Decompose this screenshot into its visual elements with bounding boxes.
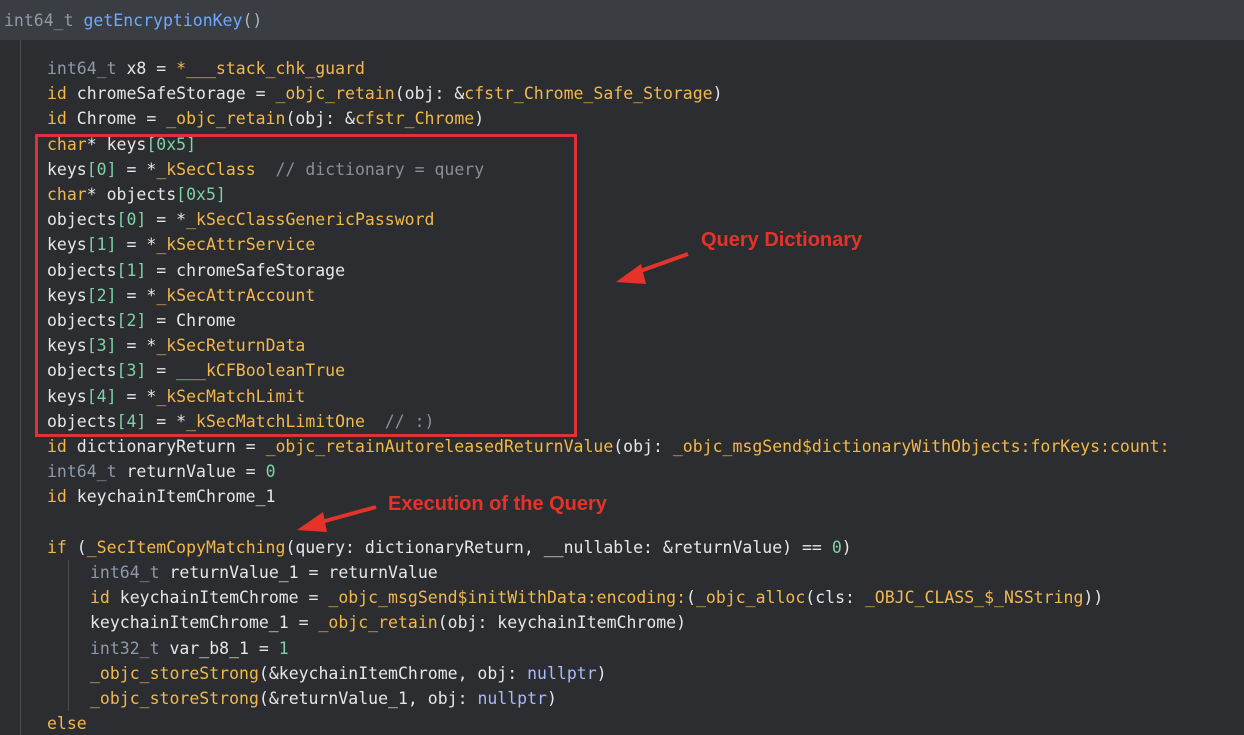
query-execution-annotation: Execution of the Query bbox=[388, 493, 607, 515]
query-dictionary-arrow bbox=[616, 252, 689, 284]
